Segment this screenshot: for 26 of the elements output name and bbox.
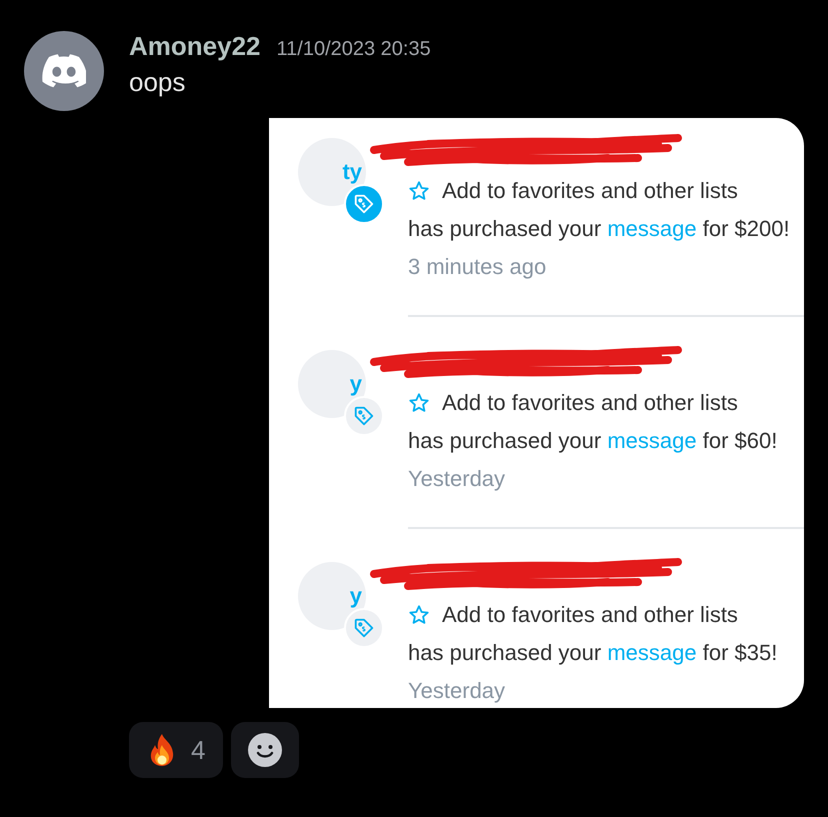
star-icon[interactable] xyxy=(408,604,430,626)
avatar-text: ty xyxy=(342,161,362,183)
smiley-icon xyxy=(248,733,282,767)
price-tag-icon xyxy=(353,193,375,215)
purchase-text: has purchased your message for $35! xyxy=(408,639,778,667)
discord-logo-icon xyxy=(42,54,86,88)
notification-time: Yesterday xyxy=(408,465,506,493)
purchase-text: has purchased your message for $60! xyxy=(408,427,778,455)
avatar-text: y xyxy=(350,373,362,395)
favorites-link[interactable]: Add to favorites and other lists xyxy=(442,388,738,418)
author-name[interactable]: Amoney22 xyxy=(129,31,260,61)
message-timestamp: 11/10/2023 20:35 xyxy=(276,37,431,62)
fire-reaction[interactable]: 4 xyxy=(129,722,224,778)
notification-time: 3 minutes ago xyxy=(408,253,548,281)
favorites-link[interactable]: Add to favorites and other lists xyxy=(442,600,738,630)
purchase-text: has purchased your message for $200! xyxy=(408,215,790,243)
notification-time: Yesterday xyxy=(408,677,506,705)
favorites-link[interactable]: Add to favorites and other lists xyxy=(442,176,738,206)
add-reaction-button[interactable] xyxy=(231,722,300,778)
star-icon[interactable] xyxy=(408,180,430,202)
avatar-text: y xyxy=(350,585,362,607)
star-icon[interactable] xyxy=(408,392,430,414)
screenshot-attachment[interactable] xyxy=(269,118,804,708)
message-text: oops xyxy=(129,66,186,98)
price-tag-icon xyxy=(353,617,375,639)
price-tag-icon xyxy=(353,405,375,427)
